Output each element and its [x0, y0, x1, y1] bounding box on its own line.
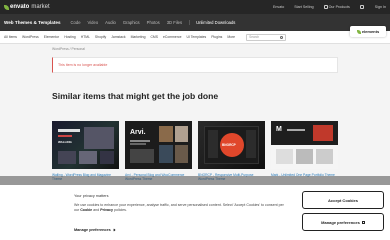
logo-suffix: market [31, 4, 50, 10]
similar-item[interactable]: M Mark - Unlimited One Page Portfolio Th… [271, 121, 338, 177]
top-bar: envato market Envato Start Selling Our P… [0, 0, 390, 14]
nav-code[interactable]: Code [71, 20, 81, 25]
nav-audio[interactable]: Audio [105, 20, 116, 25]
search-input[interactable]: Search [246, 33, 287, 41]
cat-html[interactable]: HTML [81, 35, 90, 39]
cart-icon[interactable] [359, 4, 364, 9]
manage-link-label: Manage preferences [74, 228, 111, 232]
manage-preferences-button[interactable]: Manage preferences [302, 213, 384, 231]
cat-elementor[interactable]: Elementor [44, 35, 59, 39]
similar-item[interactable]: WALLING Walling - WordPress Blog and Mag… [52, 121, 119, 182]
cat-more[interactable]: More [227, 35, 235, 39]
consent-text: We use cookies to enhance your experienc… [74, 203, 289, 213]
our-products-link[interactable]: Our Products [323, 4, 350, 10]
nav-video[interactable]: Video [88, 20, 99, 25]
accept-cookies-button[interactable]: Accept Cookies [302, 191, 384, 209]
elements-label: elements [361, 29, 380, 34]
cat-plugins[interactable]: Plugins [211, 35, 222, 39]
manage-preferences-link[interactable]: Manage preferences [74, 228, 116, 232]
consent-text-3: policies. [112, 208, 127, 213]
cat-wordpress[interactable]: WordPress [22, 35, 39, 39]
leaf-icon [356, 29, 361, 34]
external-link-icon [361, 220, 365, 224]
unavailable-notice: This item is no longer available [52, 57, 338, 73]
similar-items-heading: Similar items that might get the job don… [52, 91, 219, 101]
thumb-text: WALLING [58, 140, 72, 144]
cookie-policy-link[interactable]: Cookie [80, 208, 92, 212]
main-nav: Web Themes & Templates Code Video Audio … [0, 14, 390, 31]
cookie-consent-banner: Your privacy matters We use cookies to e… [0, 185, 390, 240]
sign-in-link[interactable]: Sign In [375, 5, 386, 9]
search-icon[interactable] [280, 35, 284, 39]
cat-hosting[interactable]: Hosting [64, 35, 76, 39]
thumb-text: M [276, 126, 282, 133]
search-placeholder: Search [249, 35, 260, 39]
leaf-icon [4, 4, 9, 10]
cat-marketing[interactable]: Marketing [131, 35, 146, 39]
notice-text: This item is no longer available [58, 63, 108, 67]
category-bar: All Items WordPress Elementor Hosting HT… [0, 31, 390, 44]
envato-link[interactable]: Envato [273, 5, 284, 9]
thumb-text: BNORCP [222, 143, 236, 147]
cat-ui-templates[interactable]: UI Templates [186, 35, 206, 39]
nav-graphics[interactable]: Graphics [123, 20, 140, 25]
nav-3d-files[interactable]: 3D Files [167, 20, 182, 25]
breadcrumb[interactable]: WordPress / Personal [52, 47, 85, 51]
our-products-label: Our Products [328, 4, 350, 9]
envato-logo[interactable]: envato market [4, 4, 50, 10]
start-selling-link[interactable]: Start Selling [294, 5, 313, 9]
item-thumbnail[interactable]: BNORCP [198, 121, 265, 169]
cat-cms[interactable]: CMS [150, 35, 158, 39]
nav-unlimited-downloads[interactable]: Unlimited Downloads [189, 20, 235, 25]
similar-item[interactable]: BNORCP BNORCP - Responsive Multi-Purpose… [198, 121, 265, 182]
similar-item[interactable]: Arvi. Arvi - Personal Blog and WooCommer… [125, 121, 192, 182]
item-thumbnail[interactable]: M [271, 121, 338, 169]
accept-cookies-label: Accept Cookies [327, 197, 358, 203]
cat-ecommerce[interactable]: eCommerce [163, 35, 181, 39]
item-thumbnail[interactable]: Arvi. [125, 121, 192, 169]
envato-elements-button[interactable]: elements [350, 26, 386, 37]
logo-name: envato [10, 4, 30, 10]
top-links: Envato Start Selling Our Products Sign I… [273, 4, 386, 10]
chevron-right-icon [112, 228, 116, 232]
nav-photos[interactable]: Photos [147, 20, 160, 25]
consent-text-2: and [92, 208, 101, 213]
manage-preferences-label: Manage preferences [321, 219, 360, 225]
grid-icon [323, 5, 328, 10]
item-thumbnail[interactable]: WALLING [52, 121, 119, 169]
cat-all-items[interactable]: All Items [4, 35, 17, 39]
cat-jamstack[interactable]: Jamstack [111, 35, 125, 39]
cat-shopify[interactable]: Shopify [95, 35, 106, 39]
nav-web-themes[interactable]: Web Themes & Templates [4, 20, 61, 25]
thumb-text: Arvi. [130, 129, 146, 136]
privacy-policy-link[interactable]: Privacy [100, 208, 113, 212]
consent-title: Your privacy matters [74, 194, 109, 198]
